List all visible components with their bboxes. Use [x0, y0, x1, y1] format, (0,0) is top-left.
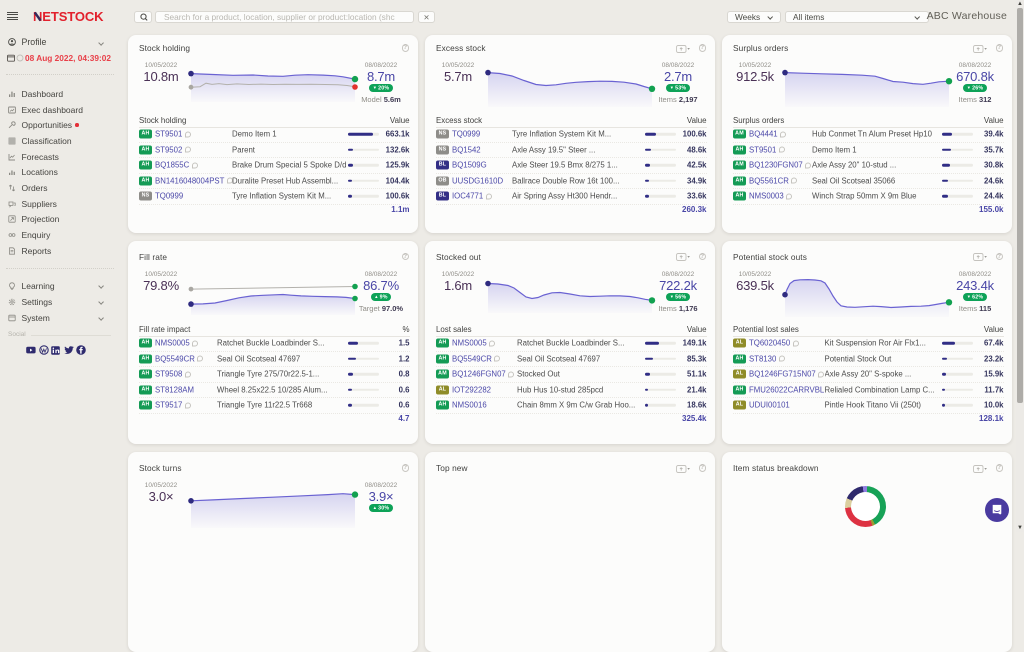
svg-text:NETSTOCK: NETSTOCK — [33, 10, 104, 23]
